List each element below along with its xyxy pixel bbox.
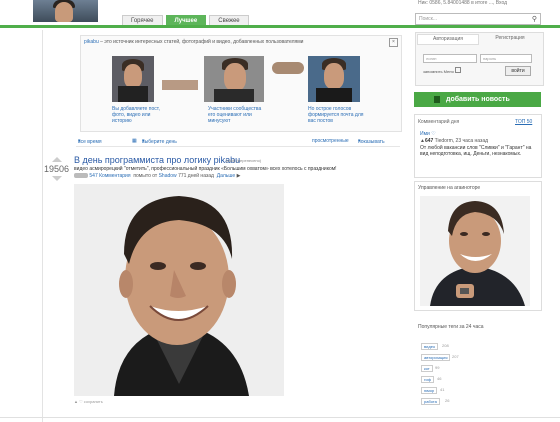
tag-count: 207 [452,354,459,359]
remember-me[interactable]: запомнить Меня [423,67,461,74]
add-news-button[interactable]: добавить новость [414,92,541,107]
login-field[interactable]: логин [423,54,477,63]
remember-checkbox[interactable] [454,67,461,73]
comment-author-time[interactable]: Tiedorm, 23 часа назад [435,138,488,144]
search-icon[interactable]: ⚲ [532,15,537,23]
post-author-prefix: помыто от [133,173,158,179]
top-user-links[interactable]: Ник: 0586, 5.84001488 в итоге ..., Вход [418,0,507,6]
expand-link[interactable]: показывать ▾ [358,138,385,145]
side-promo-photo [420,196,530,306]
filter-all-time-label: все время [78,139,102,145]
vote-up-arrow-icon[interactable] [52,157,62,162]
promo-title: pikabu – это источник интересных статей,… [84,39,303,45]
promo-image-2 [204,56,264,102]
header-green-bar [0,25,560,28]
tag-count: 26 [445,398,450,403]
pick-day-link[interactable]: выберите день ▾ [142,138,177,145]
tag-count: 41 [440,387,445,392]
tab-login[interactable]: Авторизация [417,34,479,45]
password-field[interactable]: пароль [480,54,532,63]
tag-count: 208 [442,343,449,348]
comment-score: ▲647 Tiedorm, 23 часа назад [420,138,489,144]
pick-day-label: выберите день [142,139,177,145]
comment-text: От любой вакансии слов "Сливки" и "Гаран… [420,145,532,157]
viewed-link[interactable]: просмотренные [312,138,349,144]
side-promo-title: Управление на агаиноторе [418,185,481,191]
comment-of-day-title: Комментарий дня [418,119,460,125]
comment-user[interactable]: Ими ♡ [420,131,436,137]
expand-label: показывать [358,139,385,145]
tag-item[interactable]: юмор [421,387,438,394]
add-news-label: добавить новость [446,96,510,103]
top50-link[interactable]: ТОП 50 [515,119,532,125]
popular-tags-title: Популярные теги за 24 часа [418,324,484,330]
search-input[interactable]: Поиск... ⚲ [415,13,541,25]
login-button[interactable]: войти [505,66,531,76]
search-placeholder: Поиск... [419,16,438,22]
post-image [74,184,284,396]
tag-count: 46 [437,376,442,381]
tab-register[interactable]: Регистрация [480,34,540,43]
share-icon[interactable]: ▶ [237,173,241,179]
comment-score-value: 647 [424,138,434,144]
left-divider [42,30,43,422]
promo-brand[interactable]: pikabu [84,39,99,45]
promo-image-3 [308,56,360,102]
tag-item[interactable]: работа [421,398,440,405]
side-promo-image[interactable] [420,196,530,306]
post-more-link[interactable]: Дальше [217,173,235,179]
bottom-divider [0,417,560,418]
post-bottom-actions[interactable]: ▲ ♡ сохранить [74,399,103,404]
comment-icon[interactable] [74,173,88,179]
promo-image-1 [112,56,154,102]
filter-all-time[interactable]: все время ▾ [78,138,102,145]
promo-arrow-face-2 [272,62,304,74]
tag-item[interactable]: гиф [421,376,434,383]
post-rating: 19506 [44,164,70,174]
post-author-link[interactable]: Shadow [159,173,177,179]
post-time: 771 дней назад [178,173,214,179]
promo-caption-3: Но острое голосов формируется почта для … [308,106,364,124]
tag-item[interactable]: кот [421,365,433,372]
vote-down-arrow-icon[interactable] [52,176,62,181]
remember-label: запомнить Меня [423,69,454,74]
promo-subtitle: – это источник интересных статей, фотогр… [100,39,304,45]
close-icon[interactable]: × [389,38,398,47]
post-photo-face [74,184,284,396]
post-comments-link[interactable]: 547 Комментария [89,173,130,179]
add-news-icon [434,96,440,103]
calendar-icon[interactable]: ▦ [132,138,137,144]
site-logo[interactable] [33,0,98,22]
promo-caption-1: Вы добавляете пост, фото, видео или исто… [112,106,160,124]
post-title-tag: [моё] (перенесено) [226,158,262,163]
post-title[interactable]: В день программиста про логику pikabu [74,155,240,165]
promo-caption-2: Участники сообщества его оценивают или м… [208,106,262,124]
tag-count: 99 [435,365,440,370]
feed-controls: все время ▾ ▦ выберите день ▾ просмотрен… [76,137,400,147]
tag-item[interactable]: авторизация [421,354,451,361]
post-meta: 547 Комментария помыто от Shadow 771 дне… [74,173,240,179]
tag-item[interactable]: видео [421,343,439,350]
promo-arrow-face-1 [162,80,198,90]
post-description: видео асмирорецкий "отметить", профессио… [74,166,337,172]
